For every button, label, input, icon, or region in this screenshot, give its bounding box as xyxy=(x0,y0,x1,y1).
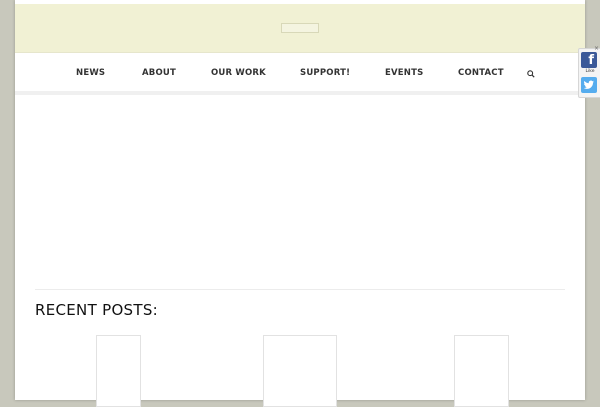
like-label: Like xyxy=(585,69,595,74)
close-icon[interactable]: × xyxy=(594,45,599,52)
main-navigation: NEWS ABOUT OUR WORK SUPPORT! EVENTS CONT… xyxy=(15,56,585,95)
post-thumbnail-1[interactable] xyxy=(96,335,141,407)
recent-posts-title: RECENT POSTS: xyxy=(35,301,159,319)
post-thumbnail-2[interactable] xyxy=(263,335,337,407)
search-icon[interactable] xyxy=(527,70,535,78)
facebook-like-button[interactable]: Like xyxy=(580,69,600,75)
site-header xyxy=(15,4,585,53)
nav-item-news[interactable]: NEWS xyxy=(76,56,105,91)
facebook-glyph: f xyxy=(588,53,594,68)
nav-item-contact[interactable]: CONTACT xyxy=(458,56,504,91)
twitter-icon[interactable] xyxy=(581,77,597,93)
post-thumbnail-3[interactable] xyxy=(454,335,509,407)
nav-item-support[interactable]: SUPPORT! xyxy=(300,56,350,91)
facebook-icon[interactable]: f xyxy=(581,52,597,68)
nav-item-events[interactable]: EVENTS xyxy=(385,56,423,91)
social-share-widget: f Like xyxy=(578,48,600,98)
twitter-bird-glyph xyxy=(583,80,594,89)
nav-item-our-work[interactable]: OUR WORK xyxy=(211,56,266,91)
section-divider xyxy=(35,289,565,290)
site-logo[interactable] xyxy=(281,23,319,33)
nav-item-about[interactable]: ABOUT xyxy=(142,56,176,91)
page-container: NEWS ABOUT OUR WORK SUPPORT! EVENTS CONT… xyxy=(15,0,585,407)
